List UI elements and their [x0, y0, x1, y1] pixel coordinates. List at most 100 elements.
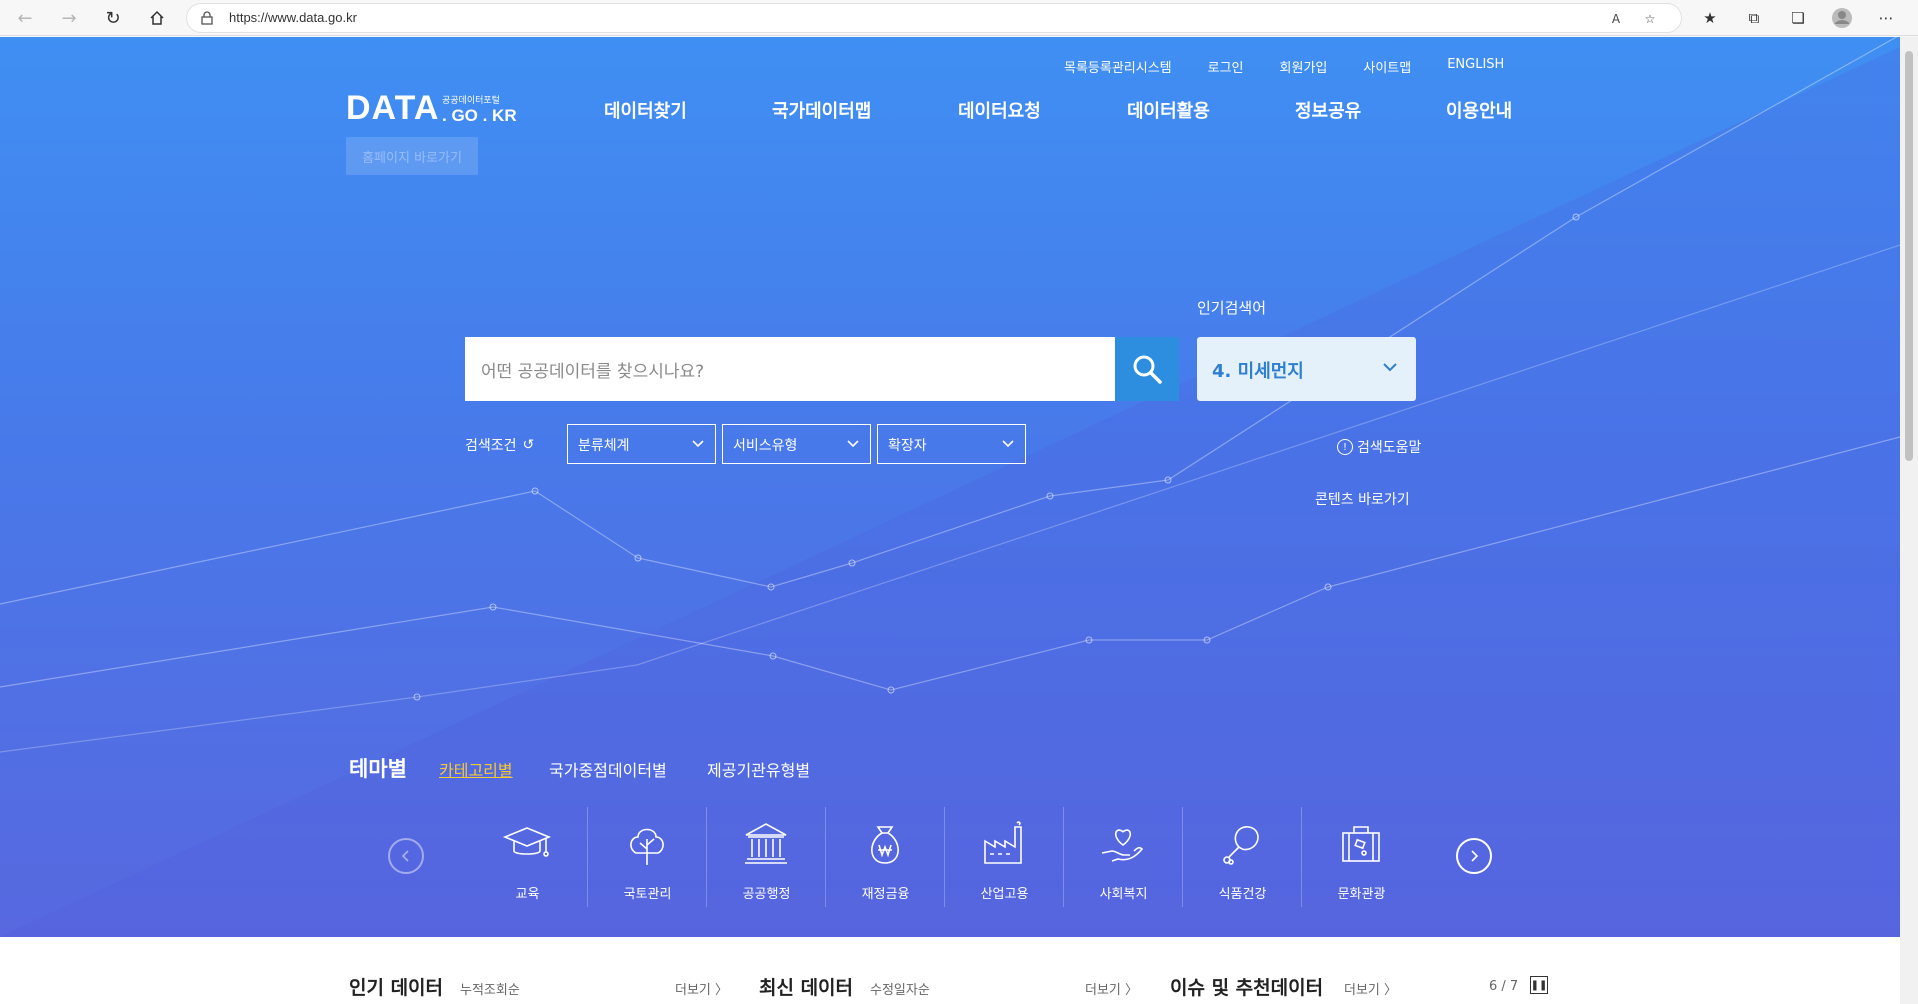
chevron-down-icon — [1002, 440, 1014, 448]
category-label: 교육 — [515, 887, 540, 902]
util-link-sitemap[interactable]: 사이트맵 — [1363, 57, 1411, 76]
service-type-select[interactable]: 서비스유형 — [722, 424, 871, 464]
tab-theme[interactable]: 테마별 — [349, 753, 407, 783]
util-link-login[interactable]: 로그인 — [1208, 57, 1244, 76]
profile-icon[interactable] — [1829, 5, 1855, 31]
category-label: 문화관광 — [1337, 887, 1386, 902]
tab-national-key-data[interactable]: 국가중점데이터별 — [549, 757, 667, 781]
util-link-english[interactable]: ENGLISH — [1447, 57, 1504, 76]
logo-main-text: DATA — [346, 89, 440, 127]
money-bag-icon — [871, 826, 899, 864]
chevron-right-icon — [1471, 850, 1479, 862]
drumstick-icon — [1223, 826, 1259, 865]
category-item-food-health[interactable]: 식품건강 — [1182, 807, 1301, 907]
search-placeholder: 어떤 공공데이터를 찾으시나요? — [481, 362, 705, 382]
graduation-cap-icon — [502, 827, 552, 857]
service-type-select-value: 서비스유형 — [733, 438, 798, 454]
classification-select-value: 분류체계 — [578, 438, 630, 454]
category-label: 공공행정 — [742, 887, 791, 902]
search-help-link[interactable]: ! 검색도움말 — [1337, 437, 1421, 457]
gnb-item-data-usage[interactable]: 데이터활용 — [1127, 97, 1210, 123]
classification-select[interactable]: 분류체계 — [567, 424, 716, 464]
carousel-prev-button[interactable] — [388, 838, 424, 874]
scrollbar-thumb[interactable] — [1905, 51, 1913, 461]
address-bar[interactable]: https://www.data.go.kr A ☆ — [186, 3, 1682, 33]
search-button[interactable] — [1115, 337, 1179, 401]
reload-icon[interactable]: ↻ — [100, 5, 126, 31]
chevron-down-icon — [692, 440, 704, 448]
category-item-land[interactable]: 국토관리 — [587, 807, 706, 907]
category-label: 사회복지 — [1099, 887, 1148, 902]
popular-keyword-current: 4. 미세먼지 — [1212, 361, 1304, 382]
search-input[interactable]: 어떤 공공데이터를 찾으시나요? — [465, 337, 1115, 401]
search-conditions-label: 검색조건 — [465, 438, 517, 454]
add-favorite-icon[interactable]: ☆ — [1639, 8, 1661, 30]
search-icon — [1133, 355, 1162, 384]
popular-keywords-dropdown[interactable]: 4. 미세먼지 — [1197, 337, 1416, 401]
gnb-item-data-request[interactable]: 데이터요청 — [958, 97, 1041, 123]
info-icon: ! — [1337, 439, 1353, 455]
page-viewport: 목록등록관리시스템 로그인 회원가입 사이트맵 ENGLISH DATA 공공데… — [0, 37, 1900, 1004]
read-aloud-icon[interactable]: A — [1605, 8, 1627, 30]
util-link-signup[interactable]: 회원가입 — [1280, 57, 1328, 76]
contents-shortcut-link[interactable]: 콘텐츠 바로가기 — [1315, 489, 1410, 509]
collections-icon[interactable]: ⧉ — [1741, 5, 1767, 31]
tree-icon — [630, 828, 664, 865]
logo-domain: . GO . KR — [442, 106, 517, 125]
popular-data-title: 인기 데이터 — [349, 977, 444, 999]
back-icon[interactable]: ← — [12, 5, 38, 31]
site-logo[interactable]: DATA 공공데이터포털 . GO . KR — [346, 89, 517, 128]
home-icon[interactable] — [144, 5, 170, 31]
util-link-catalog[interactable]: 목록등록관리시스템 — [1064, 57, 1172, 76]
background-graph-decoration — [0, 37, 1900, 937]
url-text: https://www.data.go.kr — [229, 10, 357, 25]
lock-icon — [201, 11, 213, 25]
hero-section: 목록등록관리시스템 로그인 회원가입 사이트맵 ENGLISH DATA 공공데… — [0, 37, 1900, 937]
issue-data-title: 이슈 및 추천데이터 — [1170, 977, 1324, 999]
tab-provider-type[interactable]: 제공기관유형별 — [707, 757, 810, 781]
gnb-item-find-data[interactable]: 데이터찾기 — [604, 97, 687, 123]
search-conditions-reset[interactable]: 검색조건 ↺ — [465, 435, 534, 455]
favorites-icon[interactable]: ★ — [1697, 5, 1723, 31]
skip-to-homepage-link[interactable]: 홈페이지 바로가기 — [346, 137, 478, 175]
latest-data-sort: 수정일자순 — [870, 983, 930, 998]
refresh-icon: ↺ — [522, 437, 535, 453]
carousel-next-button[interactable] — [1456, 838, 1492, 874]
popular-data-more-link[interactable]: 더보기 〉 — [675, 979, 728, 998]
chevron-left-icon — [401, 850, 409, 862]
extensions-icon[interactable]: ❏ — [1785, 5, 1811, 31]
popular-keywords-label: 인기검색어 — [1197, 299, 1267, 317]
category-item-industry[interactable]: 산업고용 — [944, 807, 1063, 907]
data-lists-section: 인기 데이터 누적조회순 더보기 〉 최신 데이터 수정일자순 더보기 〉 이슈… — [0, 937, 1900, 1004]
gnb-item-national-data-map[interactable]: 국가데이터맵 — [772, 97, 871, 123]
extension-select[interactable]: 확장자 — [877, 424, 1026, 464]
gnb-item-info-sharing[interactable]: 정보공유 — [1295, 97, 1361, 123]
heart-hand-icon — [1101, 829, 1144, 862]
category-item-education[interactable]: 교육 — [468, 807, 587, 907]
tab-category[interactable]: 카테고리별 — [439, 757, 513, 781]
browser-toolbar: ← → ↻ https://www.data.go.kr A ☆ ★ ⧉ ❏ ⋯ — [0, 0, 1918, 36]
logo-subtitle: 공공데이터포털 — [442, 96, 500, 106]
latest-data-title: 최신 데이터 — [759, 977, 854, 999]
category-item-public-admin[interactable]: 공공행정 — [706, 807, 825, 907]
government-building-icon — [745, 823, 787, 864]
page-scrollbar[interactable] — [1900, 37, 1918, 1004]
category-item-culture-tourism[interactable]: 문화관광 — [1301, 807, 1420, 907]
issue-data-pager: 6 / 7 — [1489, 979, 1519, 994]
extension-select-value: 확장자 — [888, 438, 927, 454]
category-item-welfare[interactable]: 사회복지 — [1063, 807, 1182, 907]
pause-icon[interactable]: ❚❚ — [1530, 976, 1548, 994]
search-help-label: 검색도움말 — [1357, 440, 1422, 456]
more-menu-icon[interactable]: ⋯ — [1873, 5, 1899, 31]
issue-data-more-link[interactable]: 더보기 〉 — [1344, 979, 1397, 998]
suitcase-icon — [1342, 826, 1380, 862]
category-label: 식품건강 — [1218, 887, 1267, 902]
latest-data-more-link[interactable]: 더보기 〉 — [1085, 979, 1138, 998]
category-label: 재정금융 — [861, 887, 910, 902]
gnb-item-guide[interactable]: 이용안내 — [1446, 97, 1512, 123]
chevron-down-icon — [1383, 363, 1397, 372]
chevron-down-icon — [847, 440, 859, 448]
category-item-finance[interactable]: 재정금융 — [825, 807, 944, 907]
category-label: 국토관리 — [623, 887, 672, 902]
forward-icon[interactable]: → — [56, 5, 82, 31]
